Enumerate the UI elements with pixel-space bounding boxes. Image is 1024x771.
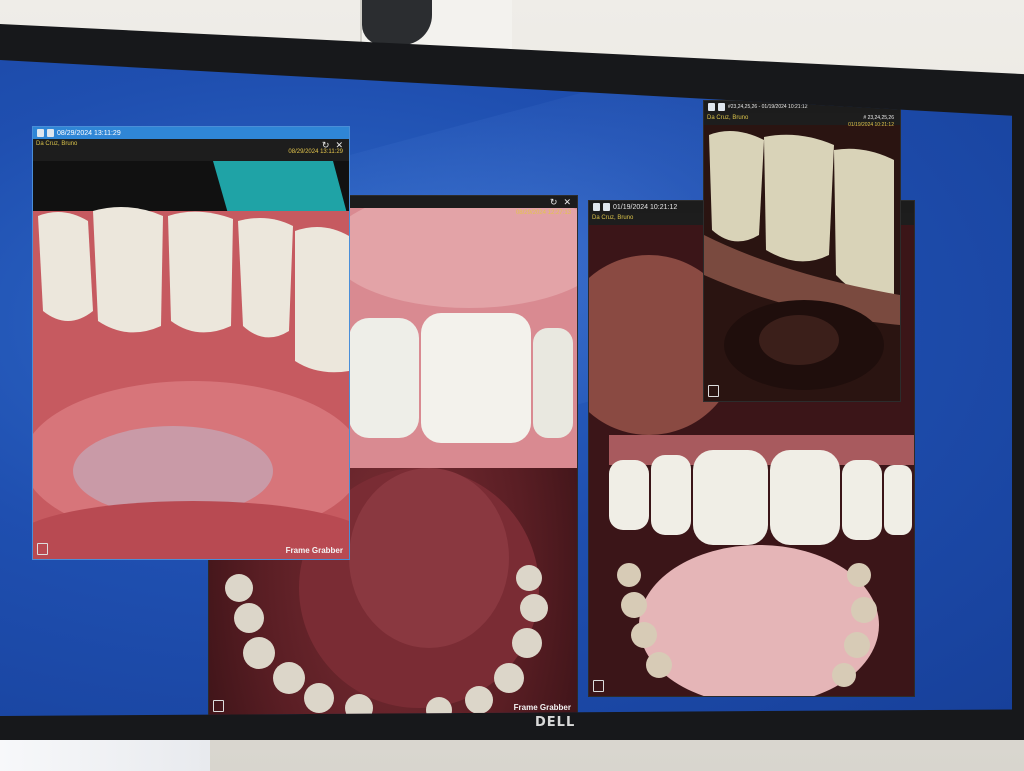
info-icon[interactable] (708, 103, 715, 111)
save-icon[interactable] (47, 129, 54, 137)
patient-name: Da Cruz, Bruno (592, 215, 634, 221)
frame-grabber-label: Frame Grabber (285, 546, 343, 555)
export-icon[interactable] (708, 385, 719, 397)
image-window-1[interactable]: 08/29/2024 13:11:29 Da Cruz, Bruno 08/29… (32, 126, 350, 560)
export-icon[interactable] (593, 680, 604, 692)
monitor-brand-logo: DELL (535, 715, 576, 730)
image-timestamp: 08/29/2024 12:27:13 (515, 210, 571, 216)
desktop-screen: ↻ ✕ 08/29/2024 12:27:13 Frame Grabber 08… (0, 60, 1012, 716)
export-icon[interactable] (213, 700, 224, 712)
photo-render (704, 125, 900, 401)
window-title: #23,24,25,26 - 01/19/2024 10:21:12 (728, 104, 808, 110)
image-window-1-titlebar[interactable]: 08/29/2024 13:11:29 (33, 127, 349, 139)
image-timestamp: 01/19/2024 10:21:12 (848, 122, 894, 128)
photo-render (33, 161, 349, 559)
save-icon[interactable] (718, 103, 725, 111)
window-title: 08/29/2024 13:11:29 (57, 129, 121, 137)
image-timestamp: 08/29/2024 13:11:29 (288, 149, 343, 155)
intraoral-photo-lower-closeup (704, 125, 900, 401)
intraoral-photo-lower-teeth (33, 161, 349, 559)
info-icon[interactable] (593, 203, 600, 211)
refresh-icon[interactable]: ↻ (550, 197, 558, 208)
close-icon[interactable]: ✕ (563, 197, 571, 208)
save-icon[interactable] (603, 203, 610, 211)
frame-grabber-label: Frame Grabber (513, 703, 571, 712)
window-title: 01/19/2024 10:21:12 (613, 203, 678, 211)
image-window-4-titlebar[interactable]: #23,24,25,26 - 01/19/2024 10:21:12 (704, 101, 900, 113)
monitor: ↻ ✕ 08/29/2024 12:27:13 Frame Grabber 08… (0, 24, 1024, 740)
tooth-numbers: # 23,24,25,26 (863, 115, 894, 121)
export-icon[interactable] (37, 543, 48, 555)
info-icon[interactable] (37, 129, 44, 137)
patient-name: Da Cruz, Bruno (36, 141, 78, 147)
room-window (0, 735, 210, 771)
patient-name: Da Cruz, Bruno (707, 115, 749, 121)
image-window-4[interactable]: #23,24,25,26 - 01/19/2024 10:21:12 Da Cr… (703, 100, 901, 402)
